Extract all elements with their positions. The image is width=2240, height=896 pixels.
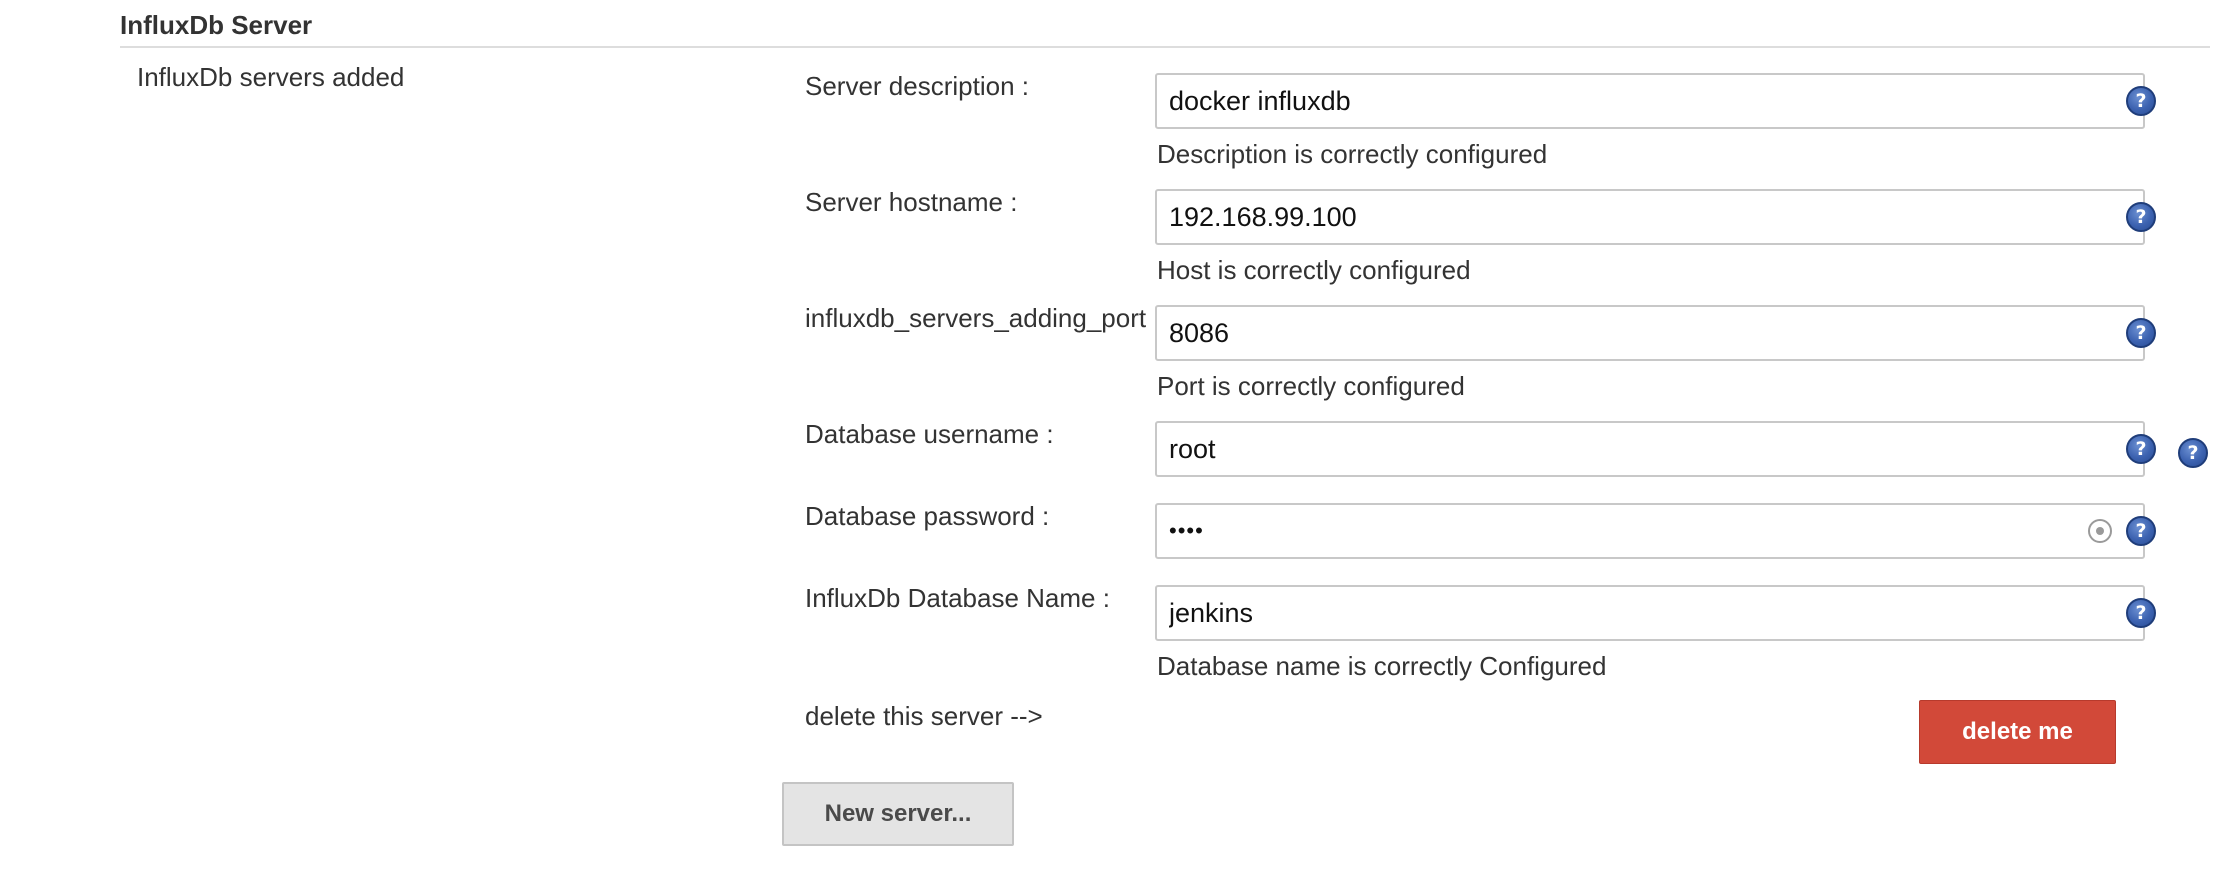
database-password-input[interactable] [1155, 503, 2145, 559]
server-port-label: influxdb_servers_adding_port [805, 303, 1147, 333]
help-icon[interactable]: ? [2126, 318, 2156, 348]
delete-server-label: delete this server --> [805, 701, 1043, 731]
servers-added-label: InfluxDb servers added [137, 62, 405, 92]
database-name-validation-message: Database name is correctly Configured [1157, 651, 1607, 681]
new-server-button[interactable]: New server... [782, 782, 1014, 846]
help-icon[interactable]: ? [2126, 516, 2156, 546]
description-validation-message: Description is correctly configured [1157, 139, 1548, 169]
database-username-label: Database username : [805, 419, 1054, 449]
database-name-input[interactable] [1155, 585, 2145, 641]
delete-server-button[interactable]: delete me [1919, 700, 2116, 764]
server-hostname-label: Server hostname : [805, 187, 1018, 217]
help-icon[interactable]: ? [2126, 434, 2156, 464]
section-divider [120, 46, 2210, 48]
password-reveal-icon[interactable] [2088, 519, 2112, 543]
server-hostname-input[interactable] [1155, 189, 2145, 245]
help-icon[interactable]: ? [2126, 598, 2156, 628]
help-icon[interactable]: ? [2178, 438, 2208, 468]
server-description-label: Server description : [805, 71, 1029, 101]
port-validation-message: Port is correctly configured [1157, 371, 1465, 401]
database-name-label: InfluxDb Database Name : [805, 583, 1110, 613]
database-password-label: Database password : [805, 501, 1050, 531]
help-icon[interactable]: ? [2126, 86, 2156, 116]
help-icon[interactable]: ? [2126, 202, 2156, 232]
section-title: InfluxDb Server [120, 10, 313, 40]
server-port-input[interactable] [1155, 305, 2145, 361]
database-username-input[interactable] [1155, 421, 2145, 477]
server-description-input[interactable] [1155, 73, 2145, 129]
hostname-validation-message: Host is correctly configured [1157, 255, 1471, 285]
